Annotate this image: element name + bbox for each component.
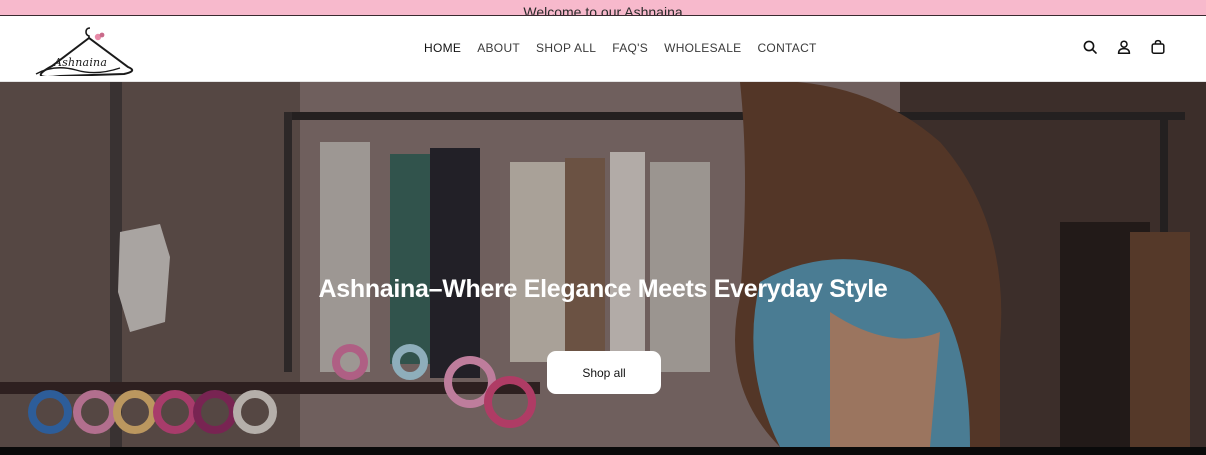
hero-banner: Ashnaina–Where Elegance Meets Everyday S… [0,82,1206,447]
nav-home[interactable]: HOME [424,41,461,55]
account-icon[interactable] [1116,39,1132,55]
nav-shop-all[interactable]: SHOP ALL [536,41,596,55]
nav-contact[interactable]: CONTACT [757,41,816,55]
site-logo[interactable]: Ashnaina [28,22,136,76]
announcement-bar: Welcome to our Ashnaina [0,0,1206,16]
announcement-text: Welcome to our Ashnaina [523,4,683,16]
search-icon[interactable] [1082,39,1098,55]
cart-icon[interactable] [1150,39,1166,55]
hero-title: Ashnaina–Where Elegance Meets Everyday S… [318,275,888,303]
nav-wholesale[interactable]: WHOLESALE [664,41,741,55]
nav-faqs[interactable]: FAQ'S [612,41,648,55]
nav-about[interactable]: ABOUT [477,41,520,55]
section-divider [0,447,1206,455]
shop-all-button[interactable]: Shop all [547,351,661,394]
header-icons [1082,39,1166,55]
logo-text: Ashnaina [54,56,108,69]
main-nav: HOME ABOUT SHOP ALL FAQ'S WHOLESALE CONT… [424,41,833,55]
site-header: Ashnaina HOME ABOUT SHOP ALL FAQ'S WHOLE… [0,16,1206,82]
